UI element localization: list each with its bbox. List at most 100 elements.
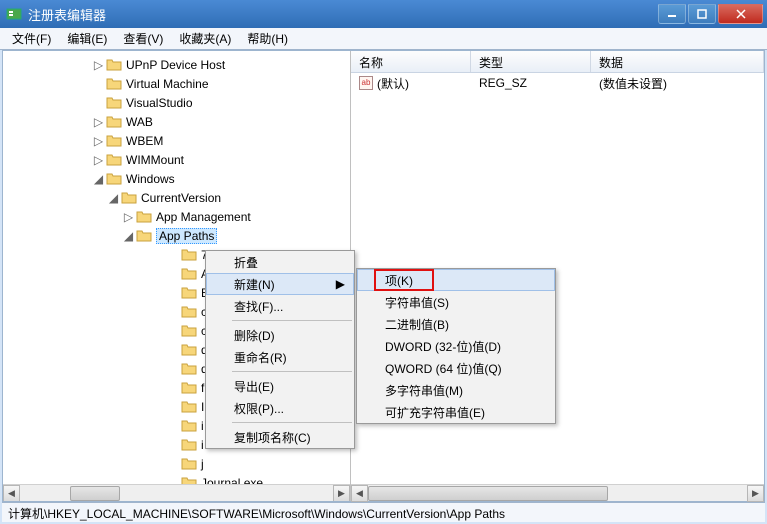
sub-expandstring[interactable]: 可扩充字符串值(E)	[357, 401, 555, 423]
col-data[interactable]: 数据	[591, 51, 764, 72]
toggle-icon[interactable]: ◢	[121, 229, 136, 243]
col-name[interactable]: 名称	[351, 51, 471, 72]
tree-label: WAB	[126, 115, 153, 129]
submenu-arrow-icon: ▶	[336, 277, 345, 291]
ctx-copykey[interactable]: 复制项名称(C)	[206, 426, 354, 448]
minimize-button[interactable]	[658, 4, 686, 24]
toggle-icon[interactable]: ▷	[91, 58, 106, 72]
ctx-collapse[interactable]: 折叠	[206, 251, 354, 273]
tree-hscroll[interactable]: ◀ ▶	[3, 484, 350, 501]
scroll-left-button[interactable]: ◀	[3, 485, 20, 501]
tree-label: UPnP Device Host	[126, 58, 225, 72]
row-data: (数值未设置)	[599, 75, 667, 92]
ctx-delete[interactable]: 删除(D)	[206, 324, 354, 346]
folder-icon	[181, 381, 197, 395]
toggle-icon[interactable]: ◢	[91, 172, 106, 186]
folder-icon	[106, 153, 122, 167]
tree-node[interactable]: Virtual Machine	[3, 74, 350, 93]
ctx-export[interactable]: 导出(E)	[206, 375, 354, 397]
folder-icon	[181, 362, 197, 376]
sub-dword[interactable]: DWORD (32-位)值(D)	[357, 335, 555, 357]
folder-icon	[181, 438, 197, 452]
menu-favorites[interactable]: 收藏夹(A)	[171, 28, 239, 49]
tree-node[interactable]: ◢ CurrentVersion	[3, 188, 350, 207]
menu-edit[interactable]: 编辑(E)	[59, 28, 115, 49]
app-icon	[6, 6, 22, 22]
toggle-icon[interactable]: ▷	[91, 115, 106, 129]
row-name: (默认)	[377, 75, 409, 92]
list-header: 名称 类型 数据	[351, 51, 764, 73]
folder-icon	[121, 191, 137, 205]
folder-icon	[181, 267, 197, 281]
tree-node[interactable]: ◢ App Paths	[3, 226, 350, 245]
folder-icon	[136, 229, 152, 243]
scroll-thumb[interactable]	[70, 486, 120, 501]
separator	[232, 422, 352, 423]
row-type: REG_SZ	[479, 76, 527, 90]
scroll-thumb[interactable]	[368, 486, 608, 501]
status-bar: 计算机\HKEY_LOCAL_MACHINE\SOFTWARE\Microsof…	[2, 502, 765, 522]
sub-string[interactable]: 字符串值(S)	[357, 291, 555, 313]
sub-key[interactable]: 项(K)	[357, 269, 555, 291]
ctx-perm[interactable]: 权限(P)...	[206, 397, 354, 419]
folder-icon	[181, 248, 197, 262]
list-hscroll[interactable]: ◀ ▶	[351, 484, 764, 501]
folder-icon	[181, 324, 197, 338]
scroll-left-button[interactable]: ◀	[351, 485, 368, 502]
list-row[interactable]: ab (默认) REG_SZ (数值未设置)	[351, 73, 764, 93]
tree-node[interactable]: ▷ WBEM	[3, 131, 350, 150]
ctx-new[interactable]: 新建(N)▶	[206, 273, 354, 295]
window-title: 注册表编辑器	[28, 5, 656, 24]
toggle-icon[interactable]: ▷	[91, 153, 106, 167]
tree-label: WBEM	[126, 134, 163, 148]
title-bar: 注册表编辑器	[0, 0, 767, 28]
menu-help[interactable]: 帮助(H)	[239, 28, 296, 49]
sub-binary[interactable]: 二进制值(B)	[357, 313, 555, 335]
menu-file[interactable]: 文件(F)	[4, 28, 59, 49]
ctx-find[interactable]: 查找(F)...	[206, 295, 354, 317]
folder-icon	[181, 419, 197, 433]
tree-label: CurrentVersion	[141, 191, 221, 205]
close-button[interactable]	[718, 4, 763, 24]
scroll-right-button[interactable]: ▶	[747, 485, 764, 502]
toggle-icon[interactable]: ▷	[91, 134, 106, 148]
new-submenu: 项(K) 字符串值(S) 二进制值(B) DWORD (32-位)值(D) QW…	[356, 268, 556, 424]
string-value-icon: ab	[359, 76, 373, 90]
tree-node[interactable]: ▷ WAB	[3, 112, 350, 131]
folder-icon	[106, 115, 122, 129]
tree-node[interactable]: ▷ WIMMount	[3, 150, 350, 169]
toggle-icon[interactable]: ◢	[106, 191, 121, 205]
tree-node[interactable]: j	[3, 454, 350, 473]
folder-icon	[181, 400, 197, 414]
sub-multistring[interactable]: 多字符串值(M)	[357, 379, 555, 401]
tree-label: i	[201, 419, 204, 433]
tree-label: App Paths	[156, 228, 217, 244]
col-type[interactable]: 类型	[471, 51, 591, 72]
toggle-icon[interactable]: ▷	[121, 210, 136, 224]
context-menu: 折叠 新建(N)▶ 查找(F)... 删除(D) 重命名(R) 导出(E) 权限…	[205, 250, 355, 449]
tree-node[interactable]: ▷ UPnP Device Host	[3, 55, 350, 74]
tree-label: f	[201, 381, 204, 395]
tree-label: VisualStudio	[126, 96, 193, 110]
menu-bar: 文件(F) 编辑(E) 查看(V) 收藏夹(A) 帮助(H)	[0, 28, 767, 50]
ctx-rename[interactable]: 重命名(R)	[206, 346, 354, 368]
tree-node[interactable]: ▷ App Management	[3, 207, 350, 226]
folder-icon	[106, 134, 122, 148]
folder-icon	[181, 305, 197, 319]
tree-label: WIMMount	[126, 153, 184, 167]
tree-node[interactable]: VisualStudio	[3, 93, 350, 112]
folder-icon	[181, 286, 197, 300]
folder-icon	[106, 58, 122, 72]
menu-view[interactable]: 查看(V)	[115, 28, 171, 49]
folder-icon	[106, 77, 122, 91]
tree-label: App Management	[156, 210, 251, 224]
folder-icon	[181, 343, 197, 357]
folder-icon	[106, 96, 122, 110]
tree-label: Windows	[126, 172, 175, 186]
tree-node[interactable]: ◢ Windows	[3, 169, 350, 188]
maximize-button[interactable]	[688, 4, 716, 24]
separator	[232, 320, 352, 321]
scroll-right-button[interactable]: ▶	[333, 485, 350, 501]
sub-qword[interactable]: QWORD (64 位)值(Q)	[357, 357, 555, 379]
tree-label: j	[201, 457, 204, 471]
